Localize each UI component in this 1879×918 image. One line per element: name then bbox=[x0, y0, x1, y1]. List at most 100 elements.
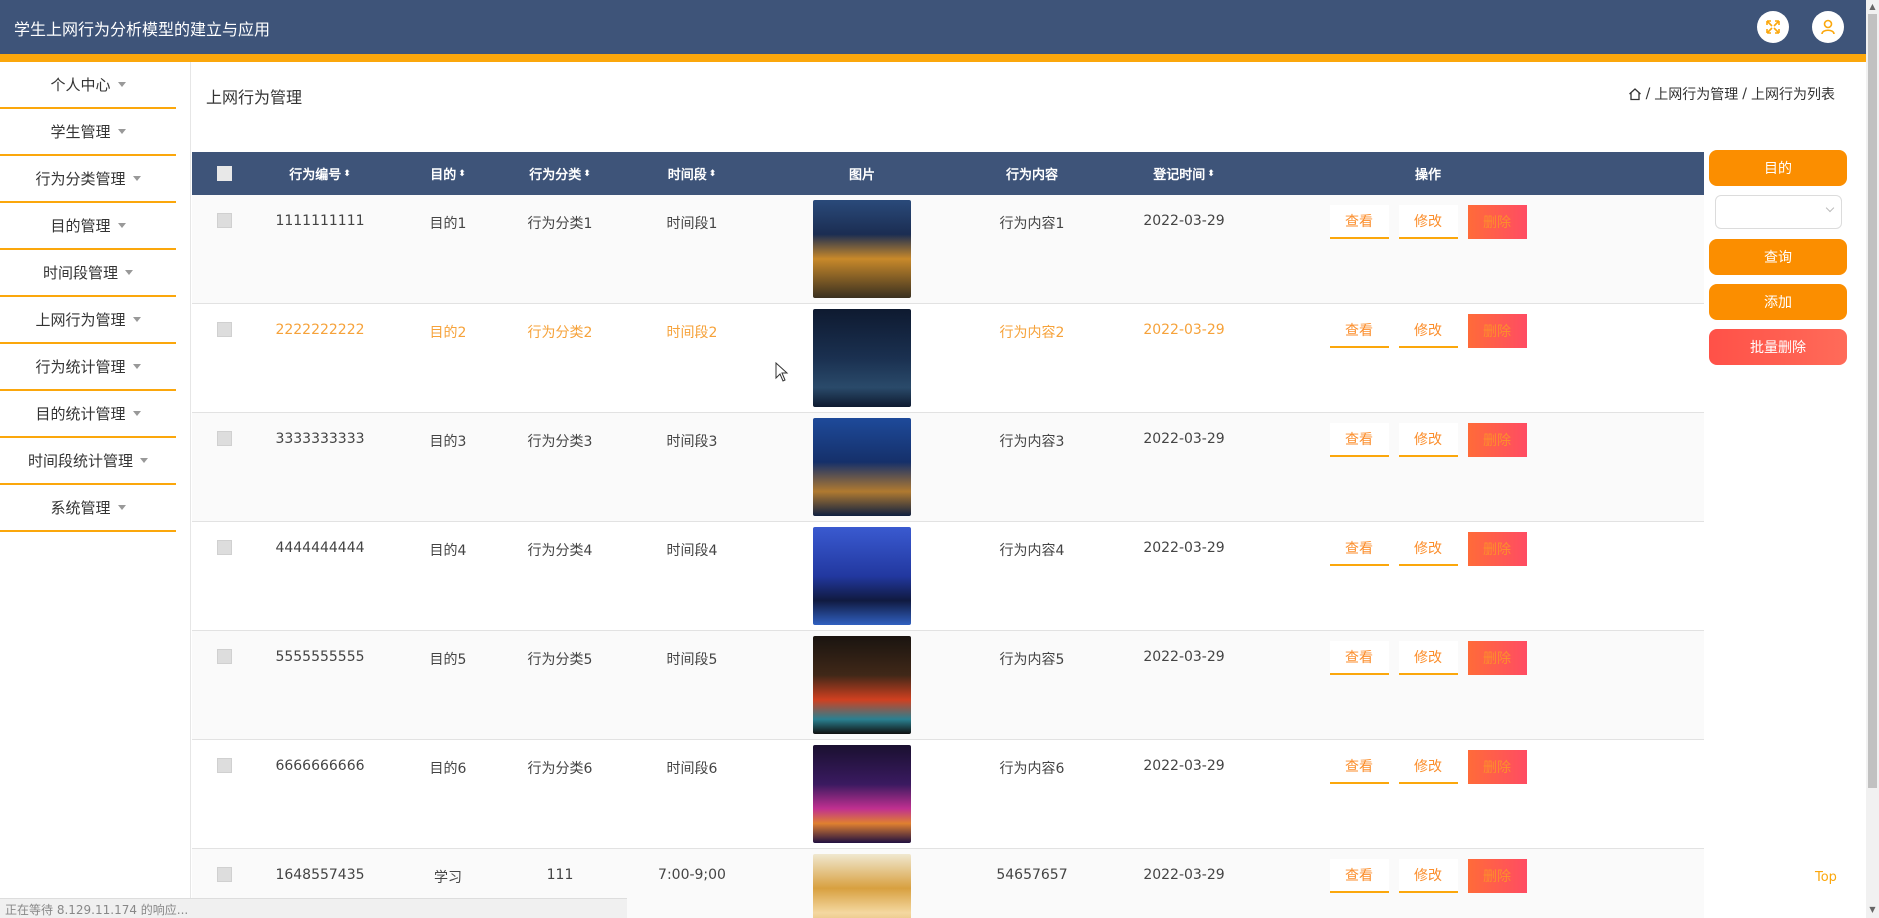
behavior-image[interactable] bbox=[813, 418, 911, 516]
sidebar-item-personal-center[interactable]: 个人中心 bbox=[0, 62, 176, 109]
behavior-image[interactable] bbox=[813, 854, 911, 918]
sort-icon: ⬍ bbox=[343, 168, 351, 179]
behavior-image[interactable] bbox=[813, 636, 911, 734]
edit-button[interactable]: 修改 bbox=[1398, 641, 1458, 675]
scroll-down-icon[interactable]: ▼ bbox=[1868, 905, 1877, 915]
home-icon[interactable] bbox=[1628, 87, 1642, 101]
col-header-id[interactable]: 行为编号 ⬍ bbox=[256, 164, 384, 183]
sidebar-item-behavior-category[interactable]: 行为分类管理 bbox=[0, 156, 176, 203]
sidebar-item-students[interactable]: 学生管理 bbox=[0, 109, 176, 156]
row-checkbox[interactable] bbox=[216, 213, 232, 228]
user-menu-button[interactable] bbox=[1812, 11, 1844, 43]
cell-time: 7:00-9;00 bbox=[658, 867, 726, 883]
view-button[interactable]: 查看 bbox=[1329, 314, 1389, 348]
table-header: 行为编号 ⬍ 目的 ⬍ 行为分类 ⬍ 时间段 ⬍ 图片 行为内容 登记时间 ⬍ 操作 bbox=[192, 152, 1704, 195]
user-icon bbox=[1821, 19, 1835, 35]
cell-id: 6666666666 bbox=[275, 758, 365, 774]
purpose-select[interactable] bbox=[1715, 195, 1842, 229]
col-header-category[interactable]: 行为分类 ⬍ bbox=[512, 164, 608, 183]
delete-button[interactable]: 删除 bbox=[1467, 859, 1527, 893]
delete-button[interactable]: 删除 bbox=[1467, 314, 1527, 348]
add-button[interactable]: 添加 bbox=[1709, 284, 1847, 320]
sidebar-item-time-stats[interactable]: 时间段统计管理 bbox=[0, 438, 176, 485]
col-header-purpose[interactable]: 目的 ⬍ bbox=[384, 164, 512, 183]
cell-category: 行为分类3 bbox=[527, 434, 593, 450]
col-header-label: 图片 bbox=[848, 168, 875, 183]
batch-delete-button[interactable]: 批量删除 bbox=[1709, 329, 1847, 365]
cell-date: 2022-03-29 bbox=[1143, 540, 1225, 556]
row-checkbox[interactable] bbox=[216, 431, 232, 446]
table-row[interactable]: 3333333333 目的3 行为分类3 时间段3 行为内容3 2022-03-… bbox=[192, 413, 1704, 522]
behavior-image[interactable] bbox=[813, 745, 911, 843]
vertical-scrollbar[interactable]: ▲ ▼ bbox=[1866, 0, 1879, 918]
edit-button[interactable]: 修改 bbox=[1398, 205, 1458, 239]
table-row[interactable]: 4444444444 目的4 行为分类4 时间段4 行为内容4 2022-03-… bbox=[192, 522, 1704, 631]
view-button[interactable]: 查看 bbox=[1329, 750, 1389, 784]
sort-icon: ⬍ bbox=[458, 168, 466, 179]
delete-button[interactable]: 删除 bbox=[1467, 205, 1527, 239]
col-header-label: 行为分类 bbox=[529, 168, 582, 183]
fullscreen-button[interactable] bbox=[1757, 11, 1789, 43]
breadcrumb-separator: / bbox=[1645, 86, 1651, 102]
table-row[interactable]: 2222222222 目的2 行为分类2 时间段2 行为内容2 2022-03-… bbox=[192, 304, 1704, 413]
edit-button[interactable]: 修改 bbox=[1398, 532, 1458, 566]
behavior-image[interactable] bbox=[813, 200, 911, 298]
sidebar-item-behavior-stats[interactable]: 行为统计管理 bbox=[0, 344, 176, 391]
col-header-time[interactable]: 时间段 ⬍ bbox=[608, 164, 776, 183]
caret-down-icon bbox=[117, 223, 126, 228]
col-header-label: 操作 bbox=[1414, 168, 1441, 183]
select-all-checkbox[interactable] bbox=[216, 166, 232, 181]
sidebar-item-label: 系统管理 bbox=[50, 499, 111, 517]
cell-content: 行为内容2 bbox=[999, 325, 1065, 341]
view-button[interactable]: 查看 bbox=[1329, 423, 1389, 457]
row-checkbox[interactable] bbox=[216, 867, 232, 882]
search-button[interactable]: 查询 bbox=[1709, 239, 1847, 275]
cell-purpose: 目的3 bbox=[429, 434, 467, 450]
cell-content: 54657657 bbox=[996, 867, 1068, 883]
edit-button[interactable]: 修改 bbox=[1398, 314, 1458, 348]
sidebar-item-online-behavior[interactable]: 上网行为管理 bbox=[0, 297, 176, 344]
back-to-top-link[interactable]: Top bbox=[1815, 870, 1837, 885]
caret-down-icon bbox=[117, 505, 126, 510]
view-button[interactable]: 查看 bbox=[1329, 205, 1389, 239]
sidebar-item-purpose[interactable]: 目的管理 bbox=[0, 203, 176, 250]
sidebar-item-label: 目的统计管理 bbox=[35, 405, 126, 423]
sidebar-item-time-period[interactable]: 时间段管理 bbox=[0, 250, 176, 297]
sidebar-item-system[interactable]: 系统管理 bbox=[0, 485, 176, 532]
col-header-label: 登记时间 bbox=[1153, 168, 1206, 183]
view-button[interactable]: 查看 bbox=[1329, 859, 1389, 893]
delete-button[interactable]: 删除 bbox=[1467, 423, 1527, 457]
cell-content: 行为内容3 bbox=[999, 434, 1065, 450]
table-row[interactable]: 5555555555 目的5 行为分类5 时间段5 行为内容5 2022-03-… bbox=[192, 631, 1704, 740]
row-checkbox[interactable] bbox=[216, 540, 232, 555]
sidebar-divider bbox=[190, 62, 191, 918]
cell-category: 行为分类2 bbox=[527, 325, 593, 341]
breadcrumb-item[interactable]: 上网行为管理 bbox=[1654, 84, 1738, 104]
edit-button[interactable]: 修改 bbox=[1398, 859, 1458, 893]
col-header-label: 目的 bbox=[430, 168, 457, 183]
sidebar-item-label: 时间段管理 bbox=[42, 264, 118, 282]
cell-category: 行为分类5 bbox=[527, 652, 593, 668]
scroll-up-icon[interactable]: ▲ bbox=[1868, 2, 1877, 12]
row-checkbox[interactable] bbox=[216, 758, 232, 773]
scrollbar-thumb[interactable] bbox=[1868, 14, 1877, 788]
behavior-image[interactable] bbox=[813, 309, 911, 407]
view-button[interactable]: 查看 bbox=[1329, 641, 1389, 675]
sort-icon: ⬍ bbox=[708, 168, 717, 179]
delete-button[interactable]: 删除 bbox=[1467, 532, 1527, 566]
behavior-image[interactable] bbox=[813, 527, 911, 625]
delete-button[interactable]: 删除 bbox=[1467, 750, 1527, 784]
delete-button[interactable]: 删除 bbox=[1467, 641, 1527, 675]
col-header-date[interactable]: 登记时间 ⬍ bbox=[1116, 164, 1252, 183]
table-row[interactable]: 1111111111 目的1 行为分类1 时间段1 行为内容1 2022-03-… bbox=[192, 195, 1704, 304]
view-button[interactable]: 查看 bbox=[1329, 532, 1389, 566]
caret-down-icon bbox=[132, 364, 141, 369]
cell-purpose: 目的2 bbox=[429, 325, 467, 341]
sidebar-item-purpose-stats[interactable]: 目的统计管理 bbox=[0, 391, 176, 438]
edit-button[interactable]: 修改 bbox=[1398, 750, 1458, 784]
table-body: 1111111111 目的1 行为分类1 时间段1 行为内容1 2022-03-… bbox=[192, 195, 1704, 918]
edit-button[interactable]: 修改 bbox=[1398, 423, 1458, 457]
table-row[interactable]: 6666666666 目的6 行为分类6 时间段6 行为内容6 2022-03-… bbox=[192, 740, 1704, 849]
row-checkbox[interactable] bbox=[216, 322, 232, 337]
row-checkbox[interactable] bbox=[216, 649, 232, 664]
